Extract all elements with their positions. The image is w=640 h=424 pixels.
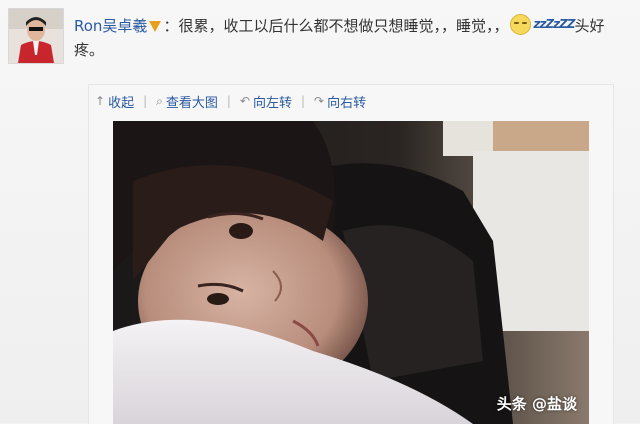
collapse-button[interactable]: ↑ 收起	[95, 92, 134, 111]
rotate-left-button[interactable]: ↶ 向左转	[240, 92, 292, 111]
rotate-right-label: 向右转	[327, 95, 367, 111]
view-large-label: 查看大图	[165, 95, 218, 111]
rotate-right-icon: ↷	[314, 94, 325, 108]
author-name[interactable]: Ron吴卓羲	[74, 17, 147, 35]
toolbar-divider: |	[226, 94, 231, 108]
avatar[interactable]	[8, 8, 64, 64]
view-large-button[interactable]: ⌕ 查看大图	[156, 92, 218, 111]
sleepy-face-icon	[510, 14, 532, 35]
rotate-left-label: 向左转	[252, 95, 292, 111]
rotate-right-button[interactable]: ↷ 向右转	[314, 92, 366, 111]
post-text-main: ：很累，收工以后什么都不想做只想睡觉，，睡觉，，	[163, 17, 509, 35]
toolbar-divider: |	[143, 94, 148, 108]
toolbar-divider: |	[301, 94, 306, 108]
rotate-left-icon: ↶	[239, 94, 250, 108]
weibo-post: Ron吴卓羲 ：很累，收工以后什么都不想做只想睡觉，，睡觉，， zzZzZZ头好疼。…	[0, 0, 640, 424]
avatar-image	[9, 9, 63, 63]
photo-image	[113, 121, 589, 424]
zzz-emoticon: zzZzZZ	[533, 17, 575, 31]
post-content: Ron吴卓羲 ：很累，收工以后什么都不想做只想睡觉，，睡觉，， zzZzZZ头好疼。	[74, 12, 630, 62]
collapse-label: 收起	[108, 95, 135, 111]
verified-badge-icon	[149, 21, 162, 32]
magnify-icon: ⌕	[156, 93, 163, 108]
arrow-up-icon: ↑	[95, 94, 106, 108]
post-photo[interactable]: 头条 @盐谈	[113, 121, 589, 424]
image-toolbar: ↑ 收起 | ⌕ 查看大图 | ↶ 向左转 | ↷ 向右转	[95, 90, 366, 112]
media-preview: ↑ 收起 | ⌕ 查看大图 | ↶ 向左转 | ↷ 向右转 头条 @盐谈	[88, 84, 614, 424]
watermark: 头条 @盐谈	[496, 395, 577, 413]
